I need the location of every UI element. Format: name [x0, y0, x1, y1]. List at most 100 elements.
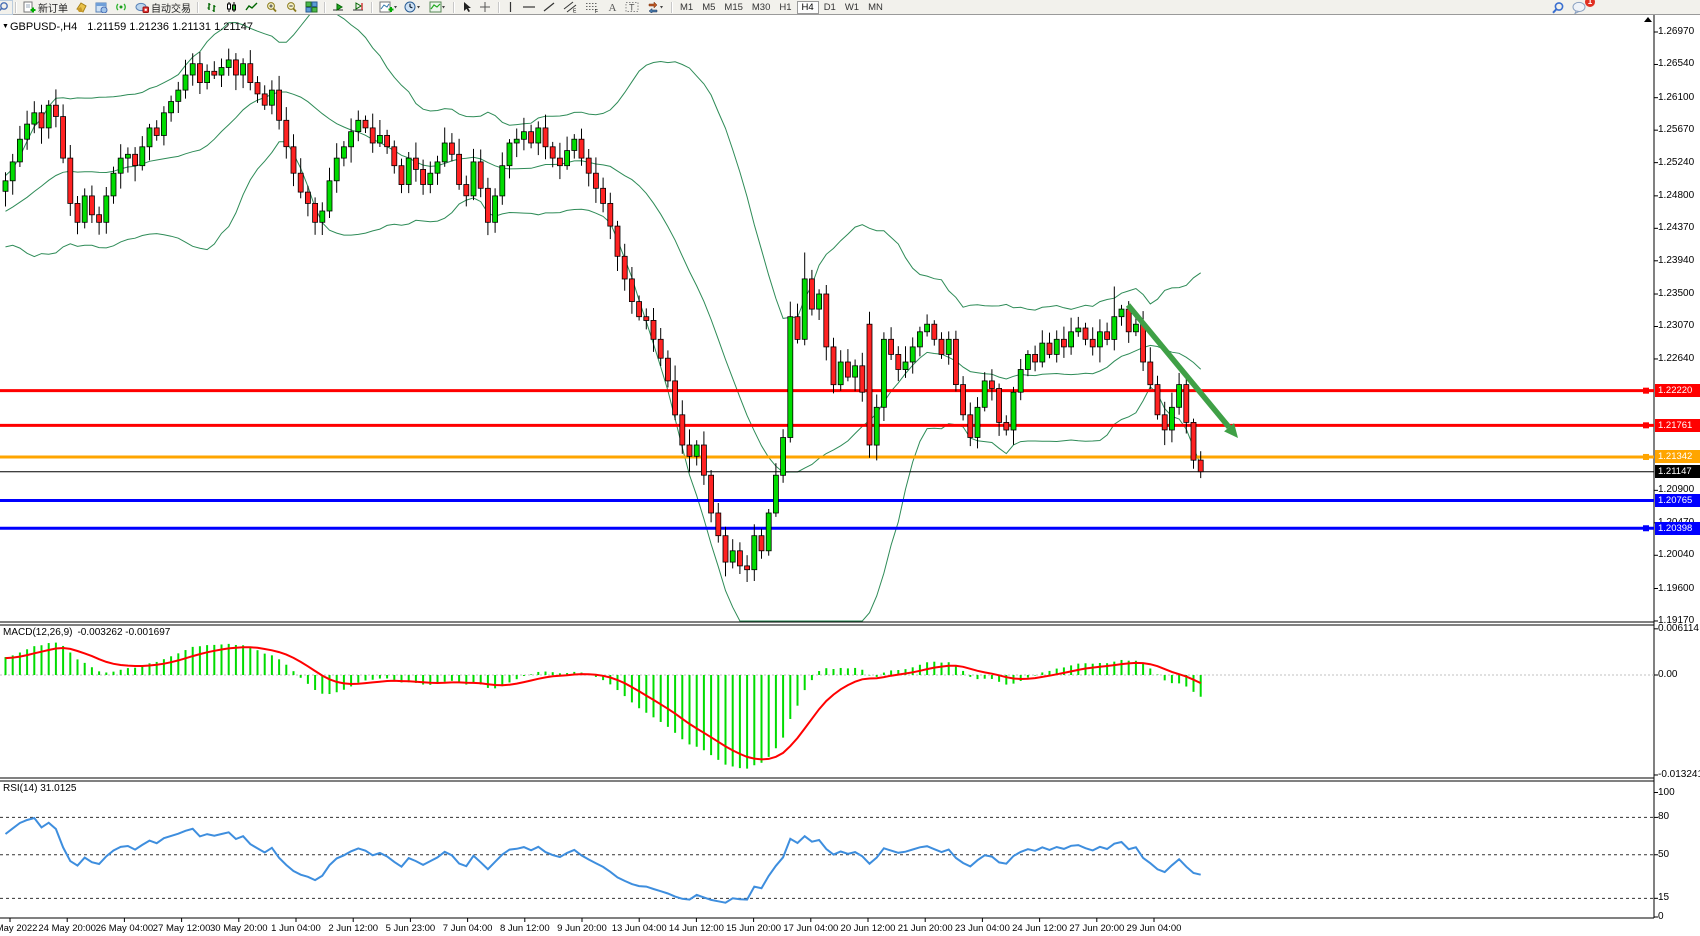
time-axis-label: 13 Jun 04:00: [612, 923, 667, 934]
rsi-axis-label: 100: [1658, 787, 1675, 798]
quotes-button[interactable]: [72, 1, 91, 14]
price-axis-label: 1.20040: [1658, 549, 1694, 560]
time-axis-label: 9 Jun 20:00: [557, 923, 607, 934]
market-watch-button[interactable]: [92, 1, 111, 14]
timeframe-group: M1M5M15M30H1H4D1W1MN: [676, 1, 887, 14]
price-line-label-1.20398[interactable]: 1.20398: [1655, 522, 1700, 535]
macd-values: -0.003262 -0.001697: [77, 627, 170, 638]
symbol-period-label: GBPUSD-,H4: [10, 21, 77, 33]
crosshair-button[interactable]: [476, 1, 495, 14]
cursor-icon: [461, 1, 472, 13]
price-line-label-1.20765[interactable]: 1.20765: [1655, 494, 1700, 507]
search-icon[interactable]: [1548, 1, 1568, 14]
arrows-button[interactable]: [643, 1, 668, 14]
timeframe-h4[interactable]: H4: [797, 1, 819, 14]
hline-marker[interactable]: [1643, 454, 1649, 460]
signal-icon: [115, 1, 128, 13]
notifications-button[interactable]: 1: [1569, 1, 1590, 14]
time-axis-label: 29 Jun 04:00: [1127, 923, 1182, 934]
price-line-label-1.21761[interactable]: 1.21761: [1655, 419, 1700, 432]
candlestick-chart-button[interactable]: [222, 1, 241, 14]
fibonacci-button[interactable]: F: [582, 1, 603, 14]
indicators-icon: [379, 1, 397, 13]
timeframe-m30[interactable]: M30: [748, 1, 774, 14]
time-axis-label: 24 May 20:00: [38, 923, 96, 934]
price-axis-label: 1.26970: [1658, 26, 1694, 37]
timeframe-m1[interactable]: M1: [676, 1, 697, 14]
time-axis-label: 30 May 20:00: [210, 923, 268, 934]
timeframe-d1[interactable]: D1: [820, 1, 840, 14]
zoom-out-icon: [285, 1, 298, 13]
hline-marker[interactable]: [1643, 388, 1649, 394]
vertical-line-icon: [506, 1, 515, 13]
vertical-line-button[interactable]: [503, 1, 518, 14]
tile-windows-button[interactable]: [302, 1, 321, 14]
horizontal-line-button[interactable]: [519, 1, 539, 14]
rsi-axis-label: 15: [1658, 892, 1669, 903]
chart-shift-icon: [352, 1, 365, 13]
auto-scroll-icon: [332, 1, 345, 13]
periods-button[interactable]: [401, 1, 425, 14]
templates-button[interactable]: [426, 1, 450, 14]
price-axis-label: 1.26100: [1658, 92, 1694, 103]
svg-text:E: E: [573, 9, 577, 14]
text-label-button[interactable]: T: [622, 1, 642, 14]
price-axis-label: 1.24800: [1658, 190, 1694, 201]
hline-marker[interactable]: [1643, 422, 1649, 428]
search-partial-icon[interactable]: [0, 1, 12, 14]
axis-scroll-marker[interactable]: [1644, 17, 1652, 22]
arrows-icon: [646, 1, 665, 13]
time-axis-label: 17 Jun 04:00: [783, 923, 838, 934]
chart-shift-button[interactable]: [349, 1, 368, 14]
bar-chart-button[interactable]: [202, 1, 221, 14]
price-line-label-1.21342[interactable]: 1.21342: [1655, 450, 1700, 463]
chart-canvas[interactable]: [0, 15, 1700, 936]
timeframe-w1[interactable]: W1: [841, 1, 863, 14]
channel-icon: E: [563, 1, 578, 13]
time-axis-label: 24 Jun 12:00: [1012, 923, 1067, 934]
time-axis-label: 14 Jun 12:00: [669, 923, 724, 934]
text-label-icon: T: [625, 1, 639, 13]
separator: [15, 2, 17, 13]
rsi-axis-label: 0: [1658, 911, 1664, 922]
indicators-button[interactable]: [376, 1, 400, 14]
timeframe-m5[interactable]: M5: [698, 1, 719, 14]
price-line-label-1.22220[interactable]: 1.22220: [1655, 384, 1700, 397]
auto-scroll-button[interactable]: [329, 1, 348, 14]
hline-marker[interactable]: [1643, 525, 1649, 531]
zoom-out-button[interactable]: [282, 1, 301, 14]
timeframe-m15[interactable]: M15: [720, 1, 746, 14]
macd-axis-label: 0.006114: [1658, 623, 1699, 634]
bar-chart-icon: [205, 1, 218, 13]
price-axis-label: 1.25670: [1658, 124, 1694, 135]
tile-windows-icon: [305, 1, 318, 13]
price-line-label-1.21147[interactable]: 1.21147: [1655, 465, 1700, 478]
price-axis-label: 1.23940: [1658, 255, 1694, 266]
toolbar: 新订单 自动交易: [0, 0, 1700, 15]
cursor-button[interactable]: [458, 1, 475, 14]
zoom-in-button[interactable]: [262, 1, 281, 14]
bollinger-band-middle: [6, 92, 1201, 472]
autotrade-button[interactable]: 自动交易: [132, 1, 194, 14]
timeframe-mn[interactable]: MN: [864, 1, 887, 14]
new-order-button[interactable]: 新订单: [20, 1, 71, 14]
text-button[interactable]: A: [604, 1, 621, 14]
trendline-button[interactable]: [540, 1, 559, 14]
macd-name: MACD(12,26,9): [3, 627, 72, 638]
trendline-icon: [543, 1, 556, 13]
svg-text:F: F: [595, 9, 598, 13]
collapse-arrow-icon[interactable]: ▼: [2, 23, 9, 30]
timeframe-h1[interactable]: H1: [775, 1, 795, 14]
macd-axis-label: 0.00: [1658, 669, 1677, 680]
signal-button[interactable]: [112, 1, 131, 14]
new-order-label: 新订单: [38, 0, 68, 15]
time-axis-label: 8 Jun 12:00: [500, 923, 550, 934]
line-chart-button[interactable]: [242, 1, 261, 14]
price-axis-label: 1.19600: [1658, 583, 1694, 594]
market-watch-icon: [95, 1, 108, 13]
rsi-indicator-label: RSI(14) 31.0125: [3, 783, 76, 794]
rsi-name: RSI(14) 31.0125: [3, 783, 76, 794]
channel-button[interactable]: E: [560, 1, 581, 14]
price-axis-label: 1.23070: [1658, 320, 1694, 331]
time-axis-label: 1 Jun 04:00: [271, 923, 321, 934]
